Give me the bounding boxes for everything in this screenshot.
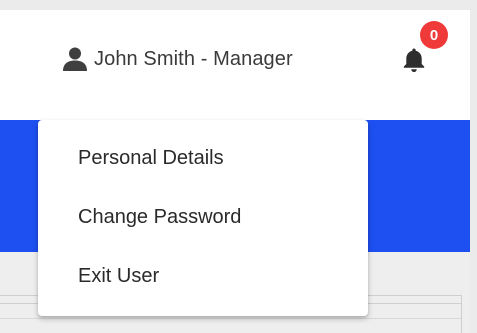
notifications-button[interactable]: 0 (402, 20, 450, 76)
user-menu-button[interactable]: John Smith - Manager (62, 44, 293, 74)
user-icon (62, 47, 88, 71)
user-name-label: John Smith - Manager (94, 47, 293, 70)
window-top-strip (0, 0, 477, 10)
user-dropdown-menu: Personal Details Change Password Exit Us… (38, 120, 368, 316)
table-row-divider (0, 318, 462, 319)
table-border-right (461, 295, 462, 333)
window-right-edge (470, 0, 477, 333)
menu-item-change-password[interactable]: Change Password (38, 189, 368, 245)
menu-item-personal-details[interactable]: Personal Details (38, 130, 368, 186)
bell-icon (402, 47, 426, 78)
menu-item-exit-user[interactable]: Exit User (38, 248, 368, 304)
notification-count-badge: 0 (420, 21, 448, 49)
